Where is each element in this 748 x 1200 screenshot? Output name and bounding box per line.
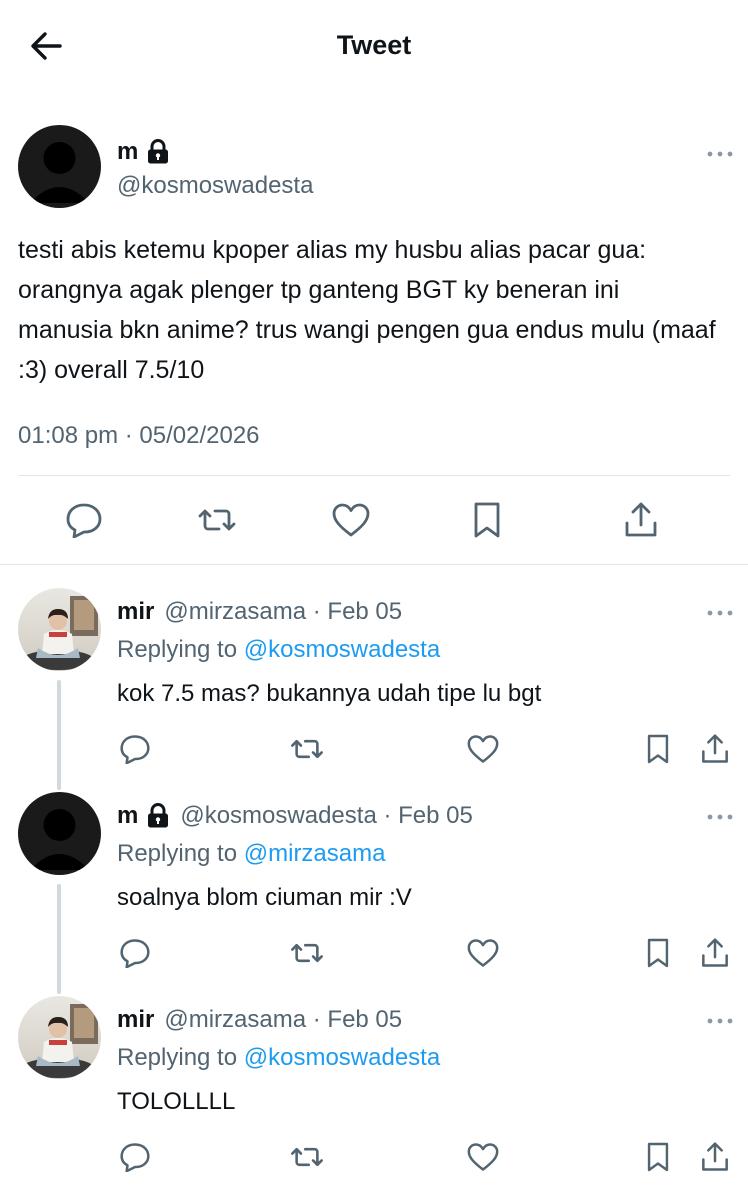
like-button[interactable] [463,1139,503,1179]
reply-tweet: m @kosmoswadesta · Feb 05 Replying to @m… [0,790,748,994]
thread-line [57,680,61,790]
bookmark-icon [471,501,503,544]
mention-link[interactable]: @kosmoswadesta [244,636,440,663]
heart-icon [466,734,500,769]
share-icon [700,937,730,974]
reply-button[interactable] [115,731,155,771]
more-options-button[interactable] [700,141,740,165]
reply-icon [119,734,151,769]
replying-to: Replying to @mirzasama [117,840,385,868]
reply-icon [119,1142,151,1177]
reply-tweet: mir @mirzasama · Feb 05 Replying to @kos… [0,586,748,790]
bookmark-button[interactable] [638,1139,678,1179]
reply-text: TOLOLLLL [117,1088,236,1115]
reply-author-row: mir @mirzasama · Feb 05 [117,598,402,626]
reply-tweet: mir @mirzasama · Feb 05 Replying to @kos… [0,994,748,1200]
retweet-icon [288,939,326,972]
retweet-icon [195,504,239,541]
more-dots-icon [707,1011,733,1029]
retweet-icon [288,1143,326,1176]
replying-to: Replying to @kosmoswadesta [117,1044,440,1072]
retweet-button[interactable] [285,935,329,975]
bookmark-icon [645,1141,671,1178]
retweet-button[interactable] [285,731,329,771]
reply-author-row: mir @mirzasama · Feb 05 [117,1006,402,1034]
reply-text: soalnya blom ciuman mir :V [117,884,412,911]
bookmark-button[interactable] [638,935,678,975]
share-icon [700,1141,730,1178]
reply-handle-date[interactable]: @mirzasama · Feb 05 [164,1006,402,1034]
reply-button[interactable] [115,935,155,975]
reply-icon [65,502,103,543]
lock-icon [146,139,170,165]
reply-button[interactable] [62,500,106,544]
share-icon [623,501,659,544]
like-button[interactable] [463,935,503,975]
more-options-button[interactable] [700,1008,740,1032]
share-button[interactable] [695,731,735,771]
share-button[interactable] [619,500,663,544]
avatar[interactable] [18,996,101,1079]
bookmark-button[interactable] [638,731,678,771]
avatar[interactable] [18,588,101,671]
mention-link[interactable]: @kosmoswadesta [244,1044,440,1071]
more-dots-icon [707,807,733,825]
tweet-text: testi abis ketemu kpoper alias my husbu … [18,236,716,384]
reply-icon [119,938,151,973]
reply-handle-date[interactable]: @kosmoswadesta · Feb 05 [180,802,473,830]
page-title: Tweet [336,30,412,60]
avatar[interactable] [18,125,101,208]
heart-icon [331,502,371,543]
like-button[interactable] [463,731,503,771]
author-handle-row: @kosmoswadesta [117,172,313,200]
reply-text: kok 7.5 mas? bukannya udah tipe lu bgt [117,680,542,707]
display-name[interactable]: mir [117,1006,154,1034]
bookmark-button[interactable] [465,500,509,544]
thread-line [57,884,61,994]
heart-icon [466,938,500,973]
reply-author-row: m @kosmoswadesta · Feb 05 [117,802,473,830]
avatar[interactable] [18,792,101,875]
retweet-button[interactable] [193,500,241,544]
share-icon [700,733,730,770]
lock-icon [146,803,170,829]
display-name[interactable]: m [117,138,138,166]
divider [0,564,748,565]
divider [18,475,730,476]
bookmark-icon [645,733,671,770]
retweet-button[interactable] [285,1139,329,1179]
more-options-button[interactable] [700,804,740,828]
share-button[interactable] [695,1139,735,1179]
mention-link[interactable]: @mirzasama [244,840,386,867]
replying-to-label: Replying to [117,1044,238,1071]
reply-button[interactable] [115,1139,155,1179]
like-button[interactable] [329,500,373,544]
display-name[interactable]: mir [117,598,154,626]
retweet-icon [288,735,326,768]
more-options-button[interactable] [700,600,740,624]
share-button[interactable] [695,935,735,975]
bookmark-icon [645,937,671,974]
author-name-row: m [117,138,170,166]
replying-to-label: Replying to [117,636,238,663]
replying-to: Replying to @kosmoswadesta [117,636,440,664]
more-dots-icon [707,603,733,621]
heart-icon [466,1142,500,1177]
replying-to-label: Replying to [117,840,238,867]
author-handle[interactable]: @kosmoswadesta [117,172,313,200]
display-name[interactable]: m [117,802,138,830]
reply-handle-date[interactable]: @mirzasama · Feb 05 [164,598,402,626]
tweet-timestamp[interactable]: 01:08 pm · 05/02/2026 [18,422,260,450]
top-bar: Tweet [0,0,748,100]
more-dots-icon [707,144,733,162]
